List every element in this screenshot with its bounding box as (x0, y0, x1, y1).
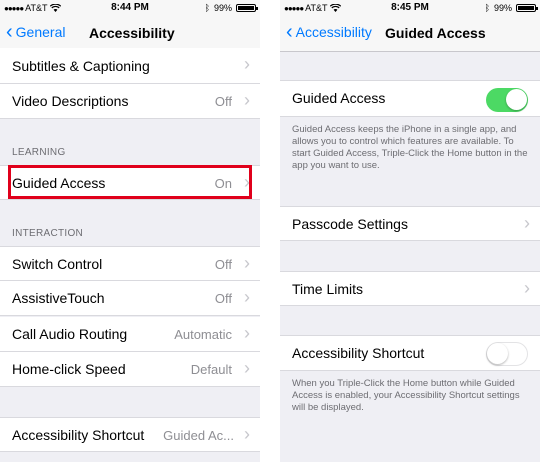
row-label: Call Audio Routing (12, 326, 128, 342)
highlight-box (8, 165, 252, 199)
bluetooth-icon: ᛒ (204, 3, 210, 13)
accessibility-shortcut-description: When you Triple-Click the Home button wh… (292, 378, 520, 413)
row-value: Off (214, 291, 232, 306)
battery-level (238, 6, 254, 10)
row-guided-access-toggle: Guided Access (280, 80, 540, 117)
guided-access-switch[interactable] (486, 88, 528, 112)
chevron-right-icon: › (524, 213, 530, 233)
row-home-click-speed[interactable]: Home-click Speed Default › (0, 352, 260, 387)
row-value: Guided Ac... (163, 428, 234, 443)
accessibility-shortcut-switch[interactable] (486, 342, 528, 366)
row-label: Subtitles & Captioning (12, 58, 150, 74)
chevron-right-icon: › (244, 358, 250, 378)
back-button[interactable]: ‹ Accessibility (286, 21, 372, 43)
guided-access-description: Guided Access keeps the iPhone in a sing… (292, 124, 528, 171)
row-value: Off (214, 257, 232, 272)
row-accessibility-shortcut[interactable]: Accessibility Shortcut Guided Ac... › (0, 417, 260, 452)
row-switch-control[interactable]: Switch Control Off › (0, 246, 260, 281)
battery-icon (236, 4, 258, 12)
row-label: Accessibility Shortcut (292, 345, 425, 361)
chevron-right-icon: › (244, 287, 250, 307)
row-accessibility-shortcut-toggle: Accessibility Shortcut (280, 335, 540, 371)
chevron-right-icon: › (244, 323, 250, 343)
back-label: General (15, 24, 66, 40)
back-label: Accessibility (295, 24, 372, 40)
switch-knob (487, 343, 508, 364)
page-title: Guided Access (385, 25, 486, 41)
row-passcode-settings[interactable]: Passcode Settings › (280, 206, 540, 241)
bluetooth-icon: ᛒ (484, 3, 490, 13)
chevron-left-icon: ‹ (6, 21, 13, 43)
row-label: Switch Control (12, 256, 103, 272)
chevron-right-icon: › (244, 54, 250, 74)
battery-percent: 99% (213, 3, 232, 13)
chevron-right-icon: › (244, 424, 250, 444)
guided-access-screen: ●●●●● AT&T 8:45 PM ᛒ 99% ‹ Accessibility… (280, 0, 540, 462)
status-bar: ●●●●● AT&T 8:44 PM ᛒ 99% (0, 0, 260, 16)
navigation-bar: ‹ General Accessibility (0, 16, 260, 52)
battery-level (518, 6, 534, 10)
chevron-left-icon: ‹ (286, 21, 293, 43)
section-header-learning: LEARNING (12, 147, 66, 158)
row-value: Default (190, 362, 232, 377)
switch-knob (506, 89, 527, 110)
accessibility-screen: ●●●●● AT&T 8:44 PM ᛒ 99% ‹ General Acces… (0, 0, 260, 462)
row-value: Off (214, 94, 232, 109)
row-assistivetouch[interactable]: AssistiveTouch Off › (0, 281, 260, 316)
row-label: Video Descriptions (12, 93, 129, 109)
row-value: Automatic (174, 327, 232, 342)
row-subtitles-captioning[interactable]: Subtitles & Captioning › (0, 48, 260, 84)
chevron-right-icon: › (244, 90, 250, 110)
page-title: Accessibility (89, 25, 175, 41)
row-label: AssistiveTouch (12, 290, 105, 306)
chevron-right-icon: › (524, 278, 530, 298)
row-label: Passcode Settings (292, 216, 408, 232)
section-header-interaction: INTERACTION (12, 228, 84, 239)
row-call-audio-routing[interactable]: Call Audio Routing Automatic › (0, 317, 260, 352)
row-label: Guided Access (292, 90, 386, 106)
row-label: Time Limits (292, 281, 364, 297)
back-button[interactable]: ‹ General (6, 21, 66, 43)
navigation-bar: ‹ Accessibility Guided Access (280, 16, 540, 52)
status-bar: ●●●●● AT&T 8:45 PM ᛒ 99% (280, 0, 540, 16)
battery-percent: 99% (493, 3, 512, 13)
chevron-right-icon: › (244, 253, 250, 273)
row-time-limits[interactable]: Time Limits › (280, 271, 540, 306)
row-label: Home-click Speed (12, 361, 126, 377)
battery-icon (516, 4, 538, 12)
row-label: Accessibility Shortcut (12, 427, 145, 443)
row-video-descriptions[interactable]: Video Descriptions Off › (0, 84, 260, 119)
